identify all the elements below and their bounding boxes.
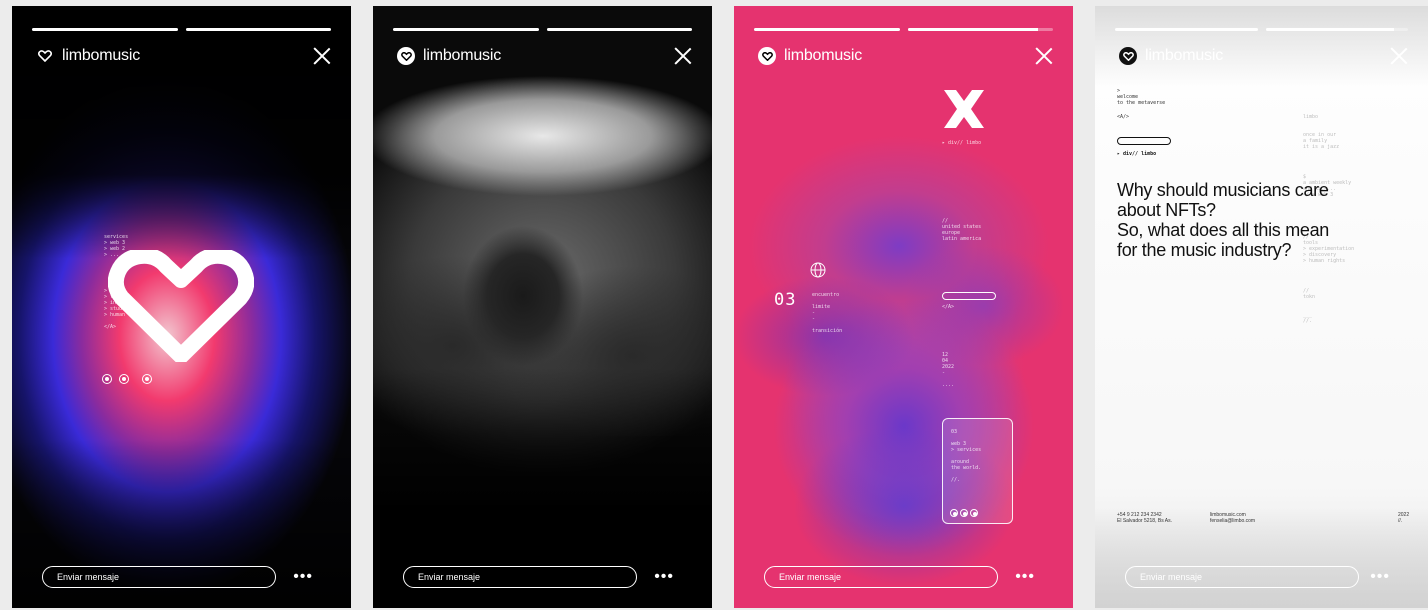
close-icon[interactable] bbox=[1390, 47, 1408, 65]
progress-bars bbox=[393, 28, 692, 31]
send-message-input[interactable]: Enviar mensaje bbox=[403, 566, 637, 588]
anchor-tag: <A/> bbox=[1117, 114, 1130, 120]
progress-bar bbox=[185, 28, 331, 31]
progress-bar bbox=[546, 28, 692, 31]
more-options-button[interactable]: ••• bbox=[1370, 569, 1390, 585]
contact-web-email: limbomusic.com fenselia@limbo.com bbox=[1210, 512, 1256, 524]
story-header: limbomusic bbox=[36, 42, 331, 70]
story-header: limbomusic bbox=[1119, 42, 1408, 70]
close-icon[interactable] bbox=[313, 47, 331, 65]
progress-bar bbox=[32, 28, 178, 31]
close-tag: </A> bbox=[942, 304, 955, 310]
record-icon[interactable] bbox=[102, 374, 112, 384]
globe-icon bbox=[810, 262, 826, 278]
more-options-button[interactable]: ••• bbox=[1015, 569, 1035, 585]
send-message-input[interactable]: Enviar mensaje bbox=[764, 566, 998, 588]
pill-outline bbox=[942, 292, 996, 300]
section-number: 03 bbox=[774, 290, 797, 310]
brand-name[interactable]: limbomusic bbox=[62, 47, 140, 65]
intro-text: > welcome to the metaverse bbox=[1117, 88, 1166, 106]
record-icon[interactable] bbox=[950, 509, 958, 517]
progress-bar bbox=[907, 28, 1053, 31]
services-card[interactable]: 03 web 3 > services around the world. //. bbox=[942, 418, 1013, 524]
send-message-input[interactable]: Enviar mensaje bbox=[1125, 566, 1359, 588]
x-logo-icon bbox=[944, 90, 984, 128]
pill-outline bbox=[1117, 137, 1171, 145]
story-header: limbomusic bbox=[397, 42, 692, 70]
year-block: 2022//. bbox=[1398, 512, 1410, 524]
more-options-button[interactable]: ••• bbox=[654, 569, 674, 585]
date-block: 12 04 2022- .... bbox=[942, 352, 955, 388]
stories-gallery: limbomusic services > web 3 > web 2 > ... >… bbox=[0, 0, 1428, 610]
heart-logo-icon bbox=[36, 47, 54, 65]
progress-bar bbox=[1115, 28, 1258, 31]
brand-name[interactable]: limbomusic bbox=[1145, 47, 1223, 65]
story-card-3[interactable]: limbomusic ▸ div// limbo //united states… bbox=[734, 6, 1073, 608]
progress-bars bbox=[754, 28, 1053, 31]
play-icon[interactable] bbox=[142, 374, 152, 384]
progress-bar bbox=[1265, 28, 1408, 31]
regions-list: //united states europe latin america bbox=[942, 218, 982, 242]
story-header: limbomusic bbox=[758, 42, 1053, 70]
send-message-input[interactable]: Enviar mensaje bbox=[42, 566, 276, 588]
story-card-1[interactable]: limbomusic services > web 3 > web 2 > ... >… bbox=[12, 6, 351, 608]
heart-graphic bbox=[108, 250, 254, 362]
progress-bars bbox=[32, 28, 331, 31]
story-footer: Enviar mensaje ••• bbox=[403, 566, 688, 588]
close-icon[interactable] bbox=[1035, 47, 1053, 65]
heart-logo-icon bbox=[397, 47, 415, 65]
headline-text: Why should musicians care about NFTs? So, … bbox=[1117, 180, 1330, 260]
story-footer: Enviar mensaje ••• bbox=[764, 566, 1049, 588]
stop-icon[interactable] bbox=[960, 509, 968, 517]
close-icon[interactable] bbox=[674, 47, 692, 65]
div-tag: ▸ div// limbo bbox=[942, 140, 982, 146]
labels-list: encuentro limite - - transición bbox=[812, 292, 843, 334]
story-footer: Enviar mensaje ••• bbox=[42, 566, 327, 588]
brand-name[interactable]: limbomusic bbox=[423, 47, 501, 65]
play-icon[interactable] bbox=[970, 509, 978, 517]
progress-bar bbox=[754, 28, 900, 31]
story-card-4[interactable]: limbomusic > welcome to the metaverse <A/>… bbox=[1095, 6, 1428, 608]
card-controls bbox=[950, 509, 978, 517]
div-tag: ▸ div// limbo bbox=[1117, 151, 1157, 157]
heart-logo-icon bbox=[1119, 47, 1137, 65]
action-circles bbox=[102, 374, 152, 384]
story-footer: Enviar mensaje ••• bbox=[1125, 566, 1404, 588]
brand-name[interactable]: limbomusic bbox=[784, 47, 862, 65]
heart-logo-icon bbox=[758, 47, 776, 65]
contact-phone-address: +54 9 212 234 2342 El Salvador 5218, Bs A… bbox=[1117, 512, 1173, 524]
stop-icon[interactable] bbox=[119, 374, 129, 384]
progress-bar bbox=[393, 28, 539, 31]
progress-bars bbox=[1115, 28, 1408, 31]
more-options-button[interactable]: ••• bbox=[293, 569, 313, 585]
story-card-2[interactable]: limbomusic Enviar mensaje ••• bbox=[373, 6, 712, 608]
